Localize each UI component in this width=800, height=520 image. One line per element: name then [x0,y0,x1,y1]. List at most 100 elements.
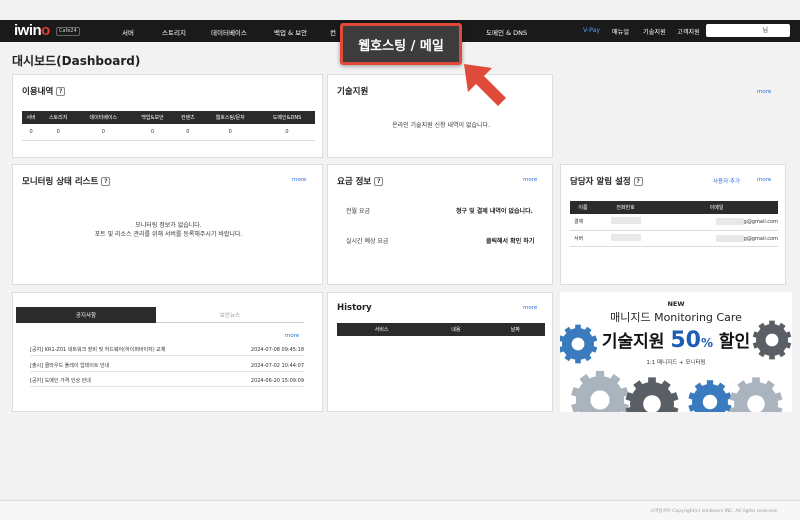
usage-col-header: 백업&보안 [130,111,175,124]
monitoring-message-line2: 포트 및 리소스 관리를 위해 서버를 등록해주시기 바랍니다. [94,231,243,238]
contact-card: 담당자 알림 설정? 사용자 추가 more 이름 전화번호 이메일 결제 g@… [560,164,786,285]
usage-count: 0 [130,124,175,141]
gear-icon [625,377,679,412]
fee-more-link[interactable]: more [523,177,537,183]
fee-realtime-link[interactable]: 클릭해서 확인 하기 [486,236,534,245]
highlighted-menu-webhosting-mail[interactable]: 웹호스팅 / 메일 [340,23,462,65]
nav-link-vpay[interactable]: V-Pay [583,27,600,34]
contact-name: 결제 [570,214,597,231]
notice-date: 2024-07-08 09:45:18 [250,346,304,353]
usage-table: 서버 스토리지 데이터베이스 백업&보안 컨텐츠 웹호스팅/문자 도메인&DNS 00000… [22,111,315,141]
contact-card-title: 담당자 알림 설정? [570,175,643,187]
monitoring-more-link[interactable]: more [292,177,306,183]
fee-title-text: 요금 정보 [337,177,372,187]
nav-item-domain-dns[interactable]: 도메인 & DNS [486,27,527,37]
history-col-date: 날짜 [485,323,545,336]
logo-accent: o [41,22,50,39]
nav-item-database[interactable]: 데이터베이스 [211,27,247,37]
contact-email: g@gmail.com [655,214,778,231]
gear-icon [688,380,732,412]
monitoring-empty-message: 모니터링 정보가 없습니다. 포트 및 리소스 관리를 위해 서버를 등록해주시기… [13,221,324,239]
help-icon[interactable]: ? [374,176,384,186]
tech-support-card: 기술지원 more 온라인 기술지원 신청 내역이 없습니다. [327,74,771,158]
tab-notice[interactable]: 공지사항 [16,307,156,323]
usage-count: 0 [40,124,77,141]
history-more-link[interactable]: more [523,305,537,311]
notice-date: 2024-06-20 15:09:09 [250,377,304,384]
contact-email: g@gmail.com [655,230,778,247]
list-item[interactable]: [출시] 클라우드 플레이 업데이트 안내 2024-07-02 10:44:07 [30,360,304,372]
banner-percent-sign: % [700,336,713,350]
help-icon[interactable]: ? [101,176,111,186]
usage-card-title: 이용내역? [22,85,66,97]
usage-count: 0 [259,124,315,141]
tech-support-empty-message: 온라인 기술지원 신청 내역이 없습니다. [392,122,490,129]
tech-support-title: 기술지원 [337,87,369,97]
dashboard-page: iwino Cafe24 서버 스토리지 데이터베이스 백업 & 보안 컨 도메… [0,0,800,520]
banner-discount-suffix: 할인 [712,332,751,352]
user-suffix: 님 [762,27,768,34]
nav-link-customer-support[interactable]: 고객지원 [677,27,700,36]
contact-more-link[interactable]: more [757,177,771,183]
contact-email-text: g@gmail.com [743,219,778,226]
list-item[interactable]: [공지] KR1-Z01 네트워크 장비 및 하드웨어(하이퍼바이저) 교체 20… [30,344,304,356]
tab-security-news[interactable]: 보안뉴스 [156,307,304,323]
monitoring-message-line1: 모니터링 정보가 없습니다. [135,222,202,229]
nav-link-manual[interactable]: 매뉴얼 [612,27,629,36]
contact-col-name: 이름 [570,201,597,214]
gear-icon [729,377,783,412]
history-col-content: 내용 [426,323,486,336]
banner-discount-text: 기술지원 50% 할인 [560,327,792,353]
monitoring-care-banner[interactable]: NEW 매니지드 Monitoring Care 기술지원 50% 할인 1:1… [560,292,792,412]
page-title: 대시보드(Dashboard) [12,54,141,68]
notice-title: [공지] KR1-Z01 네트워크 장비 및 하드웨어(하이퍼바이저) 교체 [30,347,166,353]
notice-tabs: 공지사항 보안뉴스 [16,307,304,323]
nav-item-storage[interactable]: 스토리지 [162,27,186,37]
banner-new-label: NEW [667,300,685,308]
usage-col-header: 서버 [22,111,41,124]
logo[interactable]: iwino [14,22,50,39]
contact-phone [596,230,656,247]
usage-col-header: 데이터베이스 [76,111,131,124]
nav-item-contents[interactable]: 컨 [330,27,336,37]
banner-discount-percent: 50 [670,328,701,353]
banner-headline: 매니지드 Monitoring Care [610,311,742,324]
fee-card-title: 요금 정보? [337,175,384,187]
contact-name: 서버 [570,230,597,247]
usage-card: 이용내역? 서버 스토리지 데이터베이스 백업&보안 컨텐츠 웹호스팅/문자 도메인&DNS… [12,74,323,158]
logo-text: iwin [14,22,42,39]
notice-title: [공지] 도메인 가격 인상 안내 [30,378,91,384]
help-icon[interactable]: ? [56,86,66,96]
notice-more-link[interactable]: more [285,333,299,339]
history-col-service: 서비스 [337,323,427,336]
usage-col-header: 도메인&DNS [259,111,315,124]
usage-count: 0 [22,124,41,141]
banner-subtext: 1:1 매니지드 + 모니터링 [646,360,706,366]
fee-last-month-label: 전월 요금 [346,208,370,215]
nav-item-backup-security[interactable]: 백업 & 보안 [274,27,307,37]
list-item[interactable]: [공지] 도메인 가격 인상 안내 2024-06-20 15:09:09 [30,375,304,387]
copyright-text: 스마일서브 Copyright(c) smileserv INC. All ri… [650,509,778,514]
contact-col-email: 이메일 [655,201,778,214]
history-card: History more 서비스 내용 날짜 [327,292,553,412]
help-icon[interactable]: ? [633,176,643,186]
nav-link-tech-support[interactable]: 기술지원 [643,27,666,36]
contact-phone [596,214,656,231]
usage-count: 0 [201,124,260,141]
nav-item-server[interactable]: 서버 [122,27,134,37]
fee-card: 요금 정보? more 전월 요금 청구 및 결제 내역이 없습니다. 실시간 … [327,164,553,285]
footer: 스마일서브 Copyright(c) smileserv INC. All ri… [0,500,800,520]
table-row: 서버 g@gmail.com [570,230,778,247]
table-row: 결제 g@gmail.com [570,214,778,231]
contact-email-text: g@gmail.com [743,235,778,242]
usage-title-text: 이용내역 [22,87,54,97]
user-account-dropdown[interactable]: 님 [706,24,790,37]
tech-more-link[interactable]: more [757,89,771,95]
logo-badge: Cafe24 [56,27,80,36]
contact-col-phone: 전화번호 [596,201,656,214]
monitoring-title-text: 모니터링 상태 리스트 [22,177,99,187]
add-user-link[interactable]: 사용자 추가 [713,177,740,185]
notice-title: [출시] 클라우드 플레이 업데이트 안내 [30,363,110,369]
fee-last-month-value: 청구 및 결제 내역이 없습니다. [456,208,533,215]
history-title: History [337,303,372,313]
